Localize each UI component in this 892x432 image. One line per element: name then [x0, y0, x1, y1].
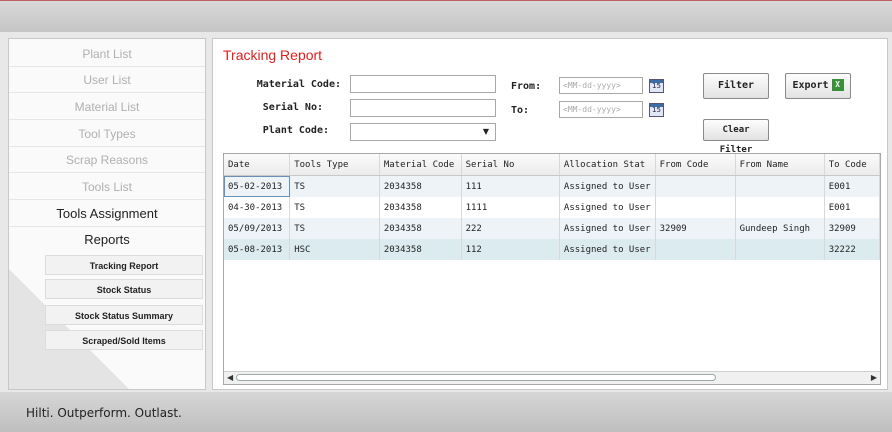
page-title: Tracking Report	[223, 47, 323, 63]
table-row[interactable]: 05-02-2013 TS 2034358 111 Assigned to Us…	[224, 175, 880, 197]
column-header[interactable]: Serial No	[461, 154, 560, 176]
plant-code-label: Plant Code:	[262, 125, 329, 136]
scroll-right-icon[interactable]: ▶	[871, 372, 877, 384]
column-header[interactable]: From Code	[655, 154, 736, 176]
sidebar-item-tools-assignment[interactable]: Tools Assignment	[9, 201, 205, 227]
footer: Hilti. Outperform. Outlast.	[0, 392, 892, 432]
sidebar-item-user-list[interactable]: User List	[9, 67, 205, 93]
table-cell[interactable]: 05-08-2013	[224, 239, 291, 260]
table-cell[interactable]: 2034358	[379, 197, 462, 218]
table-cell[interactable]: 04-30-2013	[224, 197, 291, 218]
table-cell[interactable]: 05/09/2013	[224, 218, 291, 239]
to-date-input[interactable]: <MM-dd-yyyy>	[559, 101, 643, 118]
table-cell[interactable]: Gundeep Singh	[735, 218, 825, 239]
table-cell[interactable]: TS	[289, 218, 380, 239]
filter-button-label: Filter	[717, 80, 755, 91]
sidebar-subitem-tracking-report[interactable]: Tracking Report	[45, 255, 203, 275]
table-cell[interactable]: 32909	[655, 218, 736, 239]
export-button[interactable]: Export X	[785, 73, 851, 99]
calendar-icon[interactable]: 15	[649, 103, 664, 117]
serial-no-input[interactable]	[350, 99, 496, 117]
column-header[interactable]: Date	[224, 154, 291, 176]
table-cell[interactable]: Assigned to User	[559, 239, 656, 260]
table-cell[interactable]	[735, 197, 825, 218]
sidebar-item-scrap-reasons[interactable]: Scrap Reasons	[9, 147, 205, 173]
horizontal-scrollbar[interactable]: ◀ ▶	[224, 371, 880, 384]
table-cell[interactable]: E001	[824, 197, 880, 218]
table-row[interactable]: 05-08-2013 HSC 2034358 112 Assigned to U…	[224, 239, 880, 260]
table-cell[interactable]: 2034358	[379, 175, 462, 197]
table-cell[interactable]: 32222	[824, 239, 880, 260]
column-header[interactable]: Tools Type	[289, 154, 380, 176]
table-cell[interactable]: 1111	[461, 197, 560, 218]
plant-code-select[interactable]: ▼	[350, 123, 496, 141]
table-row[interactable]: 05/09/2013 TS 2034358 222 Assigned to Us…	[224, 218, 880, 239]
table-cell[interactable]	[655, 197, 736, 218]
export-button-label: Export	[792, 80, 829, 91]
table-cell[interactable]: 2034358	[379, 218, 462, 239]
main-panel: Tracking Report Material Code: Serial No…	[212, 38, 888, 390]
table-cell[interactable]: 32909	[824, 218, 880, 239]
table-cell[interactable]: 111	[461, 175, 560, 197]
column-header[interactable]: Material Code	[379, 154, 462, 176]
sidebar-item-tools-list[interactable]: Tools List	[9, 174, 205, 200]
filter-button[interactable]: Filter	[703, 73, 769, 99]
tracking-table: Date Tools Type Material Code Serial No …	[224, 154, 880, 260]
table-cell[interactable]	[735, 175, 825, 197]
table-cell[interactable]: TS	[289, 197, 380, 218]
table-cell[interactable]: TS	[289, 175, 380, 197]
column-header[interactable]: To Code	[824, 154, 880, 176]
material-code-label: Material Code:	[256, 79, 341, 90]
clear-filter-button-label: Clear Filter	[719, 125, 753, 155]
column-header[interactable]: From Name	[735, 154, 825, 176]
chevron-down-icon: ▼	[482, 127, 489, 136]
table-cell[interactable]: 222	[461, 218, 560, 239]
sidebar-item-plant-list[interactable]: Plant List	[9, 41, 205, 67]
clear-filter-button[interactable]: Clear Filter	[703, 119, 769, 155]
sidebar-item-reports[interactable]: Reports	[9, 227, 205, 253]
table-cell[interactable]	[655, 239, 736, 260]
table-cell[interactable]	[735, 239, 825, 260]
table-cell[interactable]: HSC	[289, 239, 380, 260]
table-cell[interactable]: 05-02-2013	[224, 175, 291, 197]
table-cell[interactable]: E001	[824, 175, 880, 197]
table-header-row: Date Tools Type Material Code Serial No …	[224, 154, 880, 176]
to-label: To:	[511, 105, 530, 116]
material-code-input[interactable]	[350, 75, 496, 93]
table-cell[interactable]: Assigned to User	[559, 175, 656, 197]
scroll-left-icon[interactable]: ◀	[227, 372, 233, 384]
calendar-icon[interactable]: 15	[649, 79, 664, 93]
sidebar: Plant List User List Material List Tool …	[8, 38, 206, 390]
table-cell[interactable]: Assigned to User	[559, 218, 656, 239]
sidebar-subitem-stock-status[interactable]: Stock Status	[45, 279, 203, 299]
column-header[interactable]: Allocation Stat	[559, 154, 656, 176]
footer-tagline: Hilti. Outperform. Outlast.	[26, 406, 182, 420]
table-cell[interactable]: Assigned to User	[559, 197, 656, 218]
top-bar	[0, 0, 892, 32]
table-cell[interactable]: 2034358	[379, 239, 462, 260]
serial-no-label: Serial No:	[262, 102, 323, 113]
from-date-input[interactable]: <MM-dd-yyyy>	[559, 77, 643, 94]
table-cell[interactable]	[655, 175, 736, 197]
scrollbar-thumb[interactable]	[236, 374, 716, 381]
sidebar-item-tool-types[interactable]: Tool Types	[9, 121, 205, 147]
from-label: From:	[511, 81, 542, 92]
table-row[interactable]: 04-30-2013 TS 2034358 1111 Assigned to U…	[224, 197, 880, 218]
sidebar-subitem-stock-status-summary[interactable]: Stock Status Summary	[45, 305, 203, 325]
excel-icon: X	[831, 79, 844, 91]
sidebar-item-material-list[interactable]: Material List	[9, 94, 205, 120]
tracking-grid[interactable]: Date Tools Type Material Code Serial No …	[223, 153, 881, 385]
sidebar-subitem-scraped-sold-items[interactable]: Scraped/Sold Items	[45, 330, 203, 350]
table-cell[interactable]: 112	[461, 239, 560, 260]
